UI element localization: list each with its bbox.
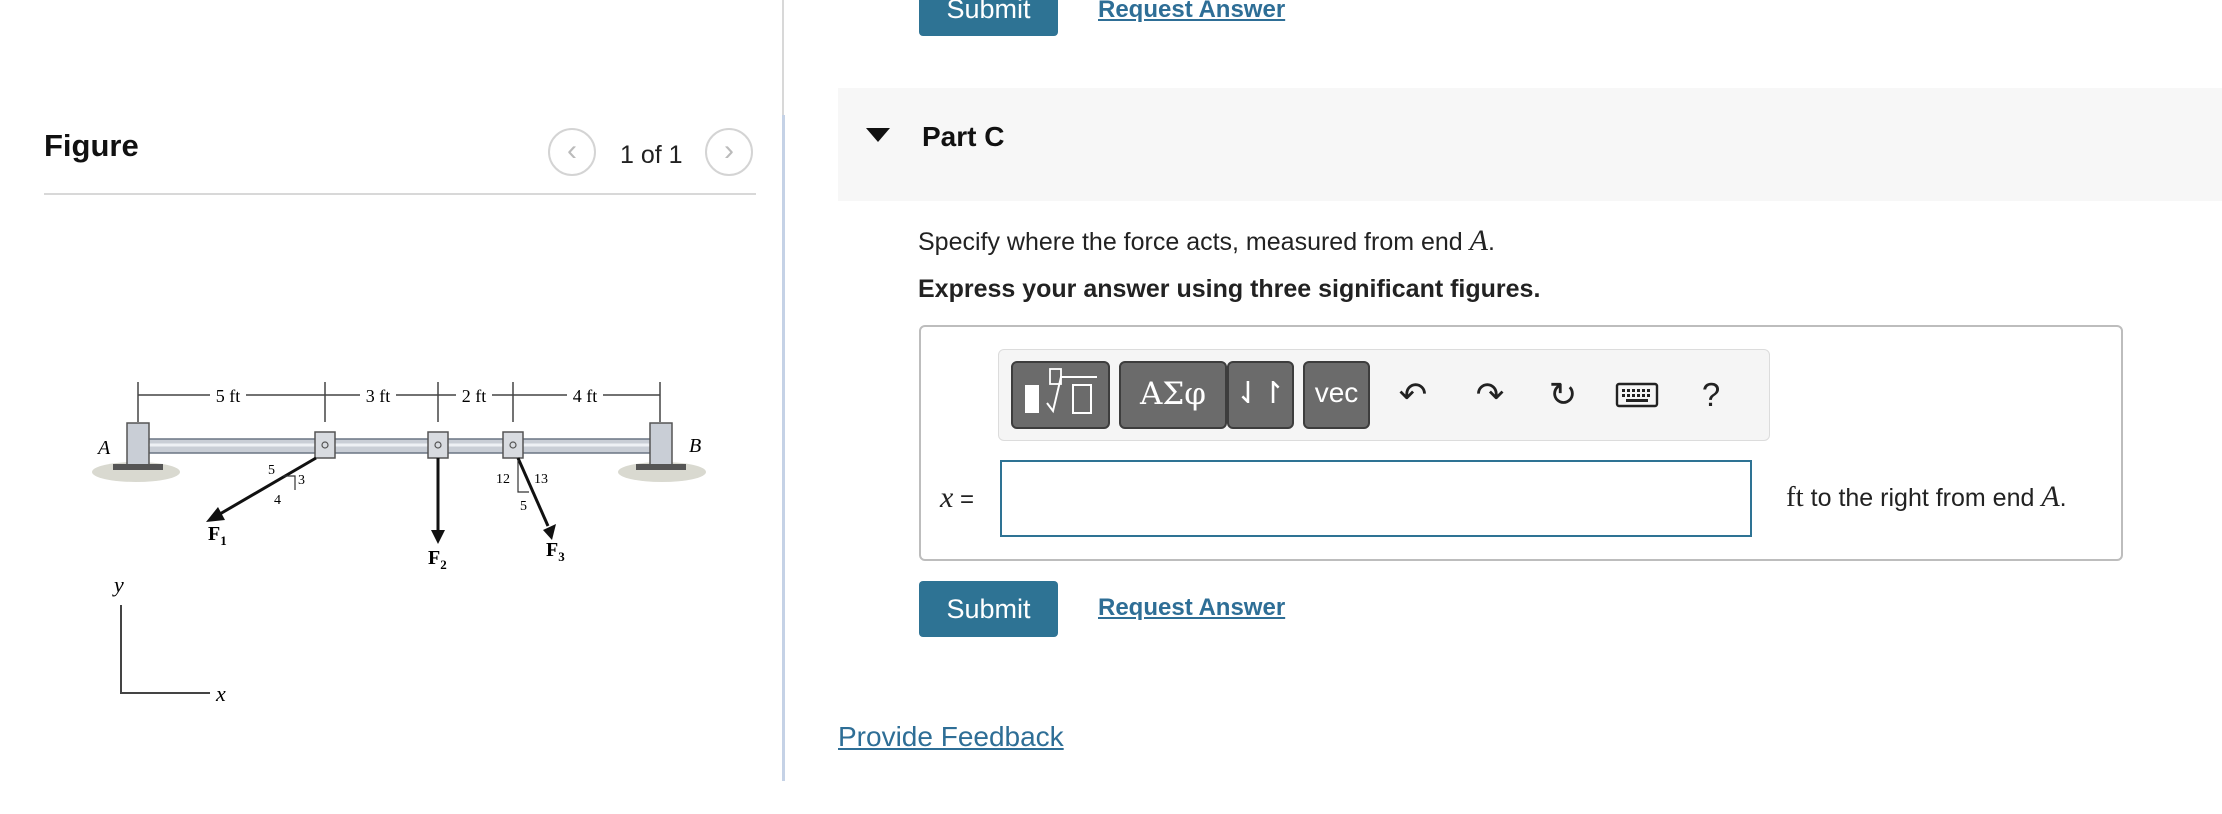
f1-slope-label: 3 [298,473,305,488]
subscript-superscript-button[interactable]: ⇃↾ [1227,361,1294,429]
f3-slope-label: 13 [534,472,548,487]
prev-figure-button[interactable]: ‹ [548,128,596,176]
f3-slope-label: 5 [520,499,527,514]
instruction-text: Express your answer using three signific… [918,275,1541,303]
redo-icon[interactable]: ↷ [1465,370,1515,420]
previous-request-answer-link[interactable]: Request Answer [1098,0,1285,24]
dim-label: 4 ft [573,386,598,406]
vector-button[interactable]: vec [1303,361,1370,429]
templates-icon [1025,368,1097,414]
panel-divider [782,0,784,115]
chevron-left-icon: ‹ [567,134,577,167]
support-a [126,422,150,469]
keyboard-glyph [1615,382,1659,408]
end-b-label: B [689,435,701,457]
page-count: 1 of 1 [620,141,683,169]
dim-label: 2 ft [462,386,487,406]
end-a-label: A [96,437,111,459]
force-f1-arrow [212,456,317,520]
part-title: Part C [922,121,1005,152]
chevron-right-icon: › [724,134,734,167]
greek-symbols-button[interactable]: ΑΣφ [1119,361,1227,429]
f1-slope-label: 5 [268,463,275,478]
coordinate-axes [120,605,210,694]
previous-submit-button[interactable]: Submit [919,0,1058,36]
part-header[interactable] [838,88,2222,201]
beam-figure: 5 ft 3 ft 2 ft 4 ft A B 5 3 4 F1 F2 12 1… [92,382,706,706]
collar-3 [502,431,524,459]
f3-slope-label: 12 [496,472,510,487]
answer-unit-text: ft to the right from end A. [1786,480,2067,513]
answer-variable-label: x = [940,481,975,514]
f1-slope-label: 4 [274,493,281,508]
collapse-arrow-icon[interactable] [866,128,890,142]
request-answer-link[interactable]: Request Answer [1098,594,1285,622]
axis-x-label: x [215,681,226,706]
provide-feedback-link[interactable]: Provide Feedback [838,721,1064,753]
submit-button[interactable]: Submit [919,581,1058,637]
figure-divider [44,193,756,195]
figure-title: Figure [44,128,139,163]
axis-y-label: y [112,572,124,597]
reset-icon[interactable]: ↻ [1538,370,1588,420]
force-f3-label: F3 [546,539,565,564]
support-b [649,422,673,469]
keyboard-icon[interactable] [1612,370,1662,420]
templates-button[interactable] [1011,361,1110,429]
dim-label: 3 ft [366,386,391,406]
dim-label: 5 ft [216,386,241,406]
question-text: Specify where the force acts, measured f… [918,224,1495,257]
force-f2-label: F2 [428,547,447,572]
answer-input[interactable] [1000,460,1752,537]
collar-2 [427,431,449,459]
collar-1 [314,431,336,459]
undo-icon[interactable]: ↶ [1388,370,1438,420]
panel-resize-handle[interactable] [782,115,785,781]
next-figure-button[interactable]: › [705,128,753,176]
help-icon[interactable]: ? [1686,370,1736,420]
force-f1-label: F1 [208,523,227,548]
